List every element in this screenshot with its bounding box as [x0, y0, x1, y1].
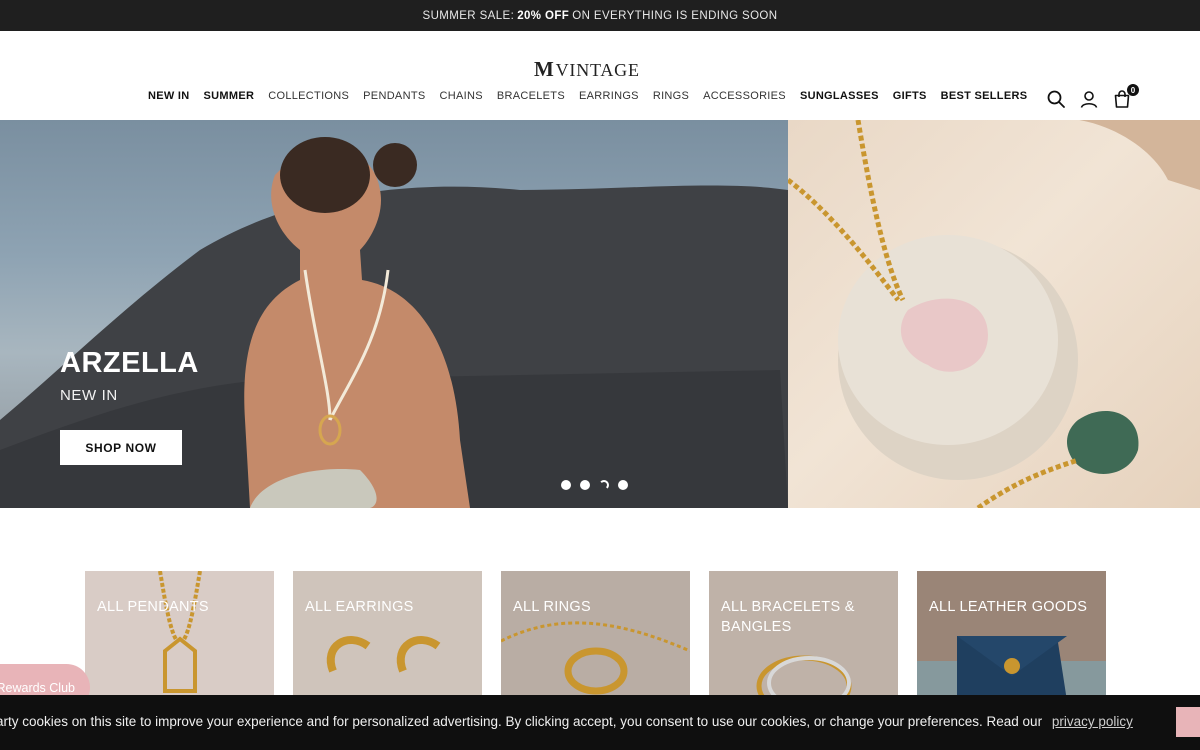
nav-item-summer[interactable]: SUMMER [204, 90, 255, 102]
hero-pendant-illustration [788, 120, 1200, 508]
nav-item-gifts[interactable]: GIFTS [893, 90, 927, 102]
carousel-dot-4[interactable] [618, 480, 628, 490]
category-label: ALL BRACELETS & BANGLES [721, 599, 855, 635]
category-grid: ALL PENDANTS ALL EARRINGS ALL RINGS ALL … [85, 571, 1106, 701]
carousel-dot-1[interactable] [561, 480, 571, 490]
cookie-text-wrapper: arty cookies on this site to improve you… [0, 714, 1133, 729]
privacy-policy-link[interactable]: privacy policy [1052, 714, 1133, 729]
category-card-pendants[interactable]: ALL PENDANTS [85, 571, 274, 701]
logo-text: VINTAGE [555, 60, 640, 80]
announcement-bar: SUMMER SALE: 20% OFF ON EVERYTHING IS EN… [0, 0, 1200, 31]
announcement-prefix: SUMMER SALE: [422, 9, 515, 22]
earrings-product-image [326, 636, 441, 673]
hero-image-pendant [788, 120, 1200, 508]
nav-item-bracelets[interactable]: BRACELETS [497, 90, 565, 102]
hero-subtitle: NEW IN [60, 387, 118, 404]
cart-count-badge: 0 [1127, 84, 1139, 96]
leather-goods-product-image [917, 636, 1106, 701]
account-icon[interactable] [1079, 89, 1099, 109]
category-label: ALL PENDANTS [97, 599, 209, 615]
category-label: ALL RINGS [513, 599, 591, 615]
announcement-highlight: 20% OFF [517, 9, 570, 22]
category-label: ALL EARRINGS [305, 599, 414, 615]
hero-banner: ARZELLA NEW IN SHOP NOW [0, 120, 1200, 508]
announcement-suffix: ON EVERYTHING IS ENDING SOON [572, 9, 778, 22]
header-icons: 0 [1046, 84, 1139, 109]
nav-item-chains[interactable]: CHAINS [439, 90, 482, 102]
nav-item-accessories[interactable]: ACCESSORIES [703, 90, 786, 102]
cookie-accept-button[interactable] [1176, 707, 1200, 737]
nav-item-collections[interactable]: COLLECTIONS [268, 90, 349, 102]
carousel-dot-3[interactable] [599, 480, 609, 490]
nav-item-rings[interactable]: RINGS [653, 90, 689, 102]
carousel-dot-2[interactable] [580, 480, 590, 490]
cookie-banner: arty cookies on this site to improve you… [0, 695, 1200, 750]
nav-item-new-in[interactable]: NEW IN [148, 90, 190, 102]
logo[interactable]: M VINTAGE [534, 57, 640, 82]
nav-item-earrings[interactable]: EARRINGS [579, 90, 639, 102]
nav-item-sunglasses[interactable]: SUNGLASSES [800, 90, 879, 102]
main-nav: NEW IN SUMMER COLLECTIONS PENDANTS CHAIN… [148, 90, 1027, 102]
category-card-rings[interactable]: ALL RINGS [501, 571, 690, 701]
shop-now-button[interactable]: SHOP NOW [60, 430, 182, 465]
logo-mark: M [534, 57, 555, 81]
site-header: M VINTAGE NEW IN SUMMER COLLECTIONS PEND… [0, 31, 1200, 120]
category-card-leather-goods[interactable]: ALL LEATHER GOODS [917, 571, 1106, 701]
search-icon[interactable] [1046, 89, 1066, 109]
pendant-product-image [158, 571, 202, 693]
carousel-dots [561, 480, 628, 490]
category-card-bracelets[interactable]: ALL BRACELETS & BANGLES [709, 571, 898, 701]
rings-product-image [501, 621, 690, 695]
category-card-earrings[interactable]: ALL EARRINGS [293, 571, 482, 701]
category-label: ALL LEATHER GOODS [929, 599, 1088, 615]
nav-item-pendants[interactable]: PENDANTS [363, 90, 425, 102]
hero-title: ARZELLA [60, 347, 199, 379]
cart-button[interactable]: 0 [1112, 84, 1139, 109]
cookie-message: arty cookies on this site to improve you… [0, 714, 1043, 729]
nav-item-best-sellers[interactable]: BEST SELLERS [941, 90, 1028, 102]
